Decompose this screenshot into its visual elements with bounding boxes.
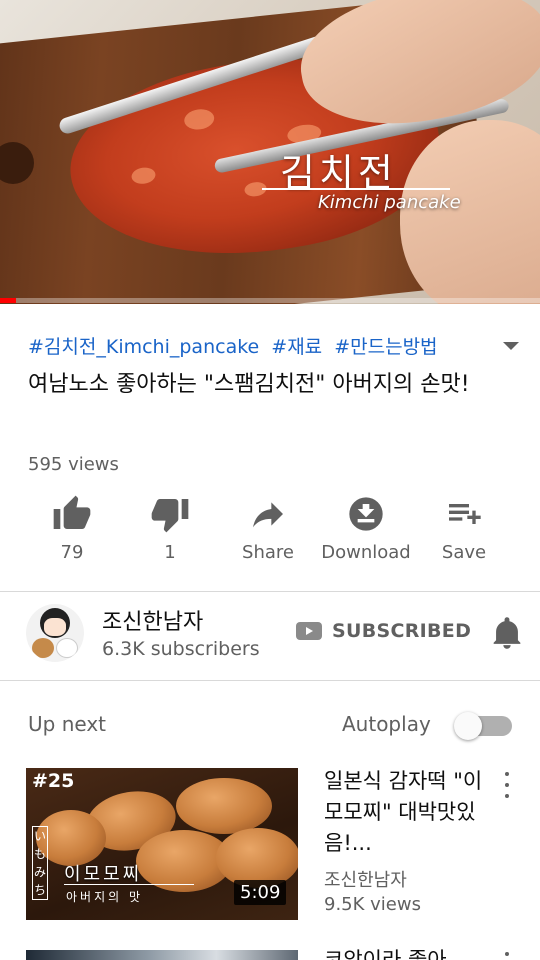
- divider: [0, 680, 540, 681]
- download-button[interactable]: Download: [316, 494, 416, 563]
- thumbnail-title: 이모모찌: [64, 864, 143, 885]
- hashtag-link[interactable]: #만드는방법: [334, 336, 437, 358]
- kebab-menu-icon[interactable]: [500, 952, 514, 960]
- autoplay-toggle[interactable]: [454, 712, 514, 740]
- dislike-button[interactable]: 1: [120, 494, 220, 563]
- view-count: 595 views: [28, 454, 119, 475]
- download-circle-icon: [349, 497, 383, 531]
- dislike-count: 1: [164, 542, 176, 563]
- video-duration: 5:09: [234, 880, 287, 905]
- share-arrow-icon: [253, 502, 283, 528]
- divider: [0, 591, 540, 592]
- potato-mochi: [216, 828, 298, 888]
- recommended-channel: 조신한남자: [324, 870, 407, 891]
- thumbnail-episode-number: #25: [32, 770, 75, 792]
- thumbnail-vertical-text: いもみち: [32, 826, 48, 900]
- subscriber-count: 6.3K subscribers: [102, 638, 260, 660]
- save-button[interactable]: Save: [414, 494, 514, 563]
- like-count: 79: [60, 542, 84, 563]
- thumbnail-underline: [64, 884, 194, 885]
- subscribe-label: SUBSCRIBED: [332, 620, 472, 642]
- save-label: Save: [441, 542, 487, 563]
- playlist-add-icon: [449, 504, 481, 524]
- chevron-down-icon[interactable]: [498, 336, 524, 356]
- bell-icon[interactable]: [492, 616, 522, 650]
- up-next-heading: Up next: [28, 712, 106, 736]
- recommended-title[interactable]: 일본식 감자떡 "이모모찌" 대박맛있음!...: [324, 766, 494, 862]
- hashtag-link[interactable]: #김치전_Kimchi_pancake: [28, 336, 259, 358]
- channel-avatar[interactable]: [26, 604, 84, 662]
- channel-name[interactable]: 조신한남자: [102, 604, 203, 636]
- like-button[interactable]: 79: [22, 494, 122, 563]
- potato-mochi: [176, 778, 272, 834]
- kebab-menu-icon[interactable]: [500, 772, 514, 798]
- thumbnail-subtitle: 아버지의 맛: [66, 890, 144, 904]
- video-player[interactable]: 김치전 Kimchi pancake: [0, 0, 540, 304]
- progress-bar[interactable]: [0, 298, 540, 303]
- progress-bar-fill: [0, 298, 17, 303]
- youtube-logo-icon: [296, 622, 322, 640]
- overlay-title-english: Kimchi pancake: [318, 192, 461, 213]
- video-title: 여남노소 좋아하는 "스팸김치전" 아버지의 손맛!: [28, 372, 470, 397]
- hashtags: #김치전_Kimchi_pancake #재료 #만드는방법: [28, 332, 444, 359]
- share-button[interactable]: Share: [218, 494, 318, 563]
- recommended-title[interactable]: 코앞이라 좋아: [324, 944, 447, 960]
- recommended-views: 9.5K views: [324, 894, 421, 915]
- autoplay-label: Autoplay: [342, 712, 431, 736]
- share-label: Share: [242, 542, 294, 563]
- thumbs-up-icon: [53, 495, 91, 529]
- recommended-thumbnail[interactable]: [26, 950, 298, 960]
- hashtag-link[interactable]: #재료: [271, 336, 322, 358]
- subscribe-button[interactable]: SUBSCRIBED: [296, 620, 471, 642]
- download-label: Download: [321, 542, 411, 563]
- overlay-underline: [262, 188, 450, 190]
- action-bar: 79 1 Share Download Save: [22, 494, 522, 574]
- thumbs-down-icon: [151, 499, 189, 533]
